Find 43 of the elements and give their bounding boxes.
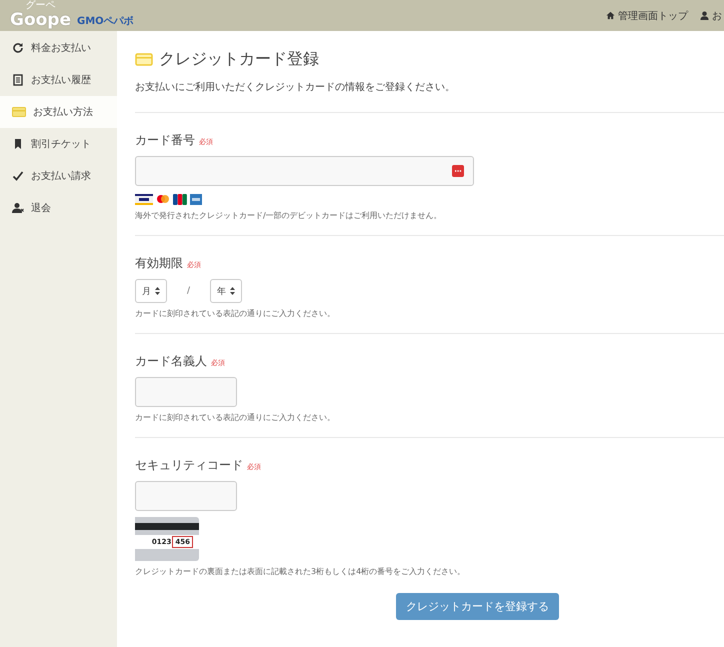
sidebar-item[interactable]: お支払い方法	[0, 96, 117, 128]
sidebar-item[interactable]: お支払い請求	[0, 160, 117, 192]
sidebar-item[interactable]: 料金お支払い	[0, 32, 117, 64]
credit-card-icon	[135, 53, 153, 66]
bookmark-icon	[12, 138, 24, 150]
card-brand-icon	[190, 194, 202, 205]
user-icon	[700, 11, 709, 20]
year-select[interactable]: 年	[210, 279, 242, 303]
field-label: カード番号	[135, 132, 195, 149]
intro-text: お支払いにご利用いただくクレジットカードの情報をご登録ください。	[135, 80, 456, 94]
autofill-icon	[452, 165, 464, 177]
field-hint: カードに刻印されている表記の通りにご入力ください。	[135, 413, 336, 423]
nav-link[interactable]: 管理画面トップ	[606, 8, 688, 22]
card-brand-icon	[135, 194, 153, 205]
field-hint: 海外で発行されたクレジットカード/一部のデビットカードはご利用いただけません。	[135, 211, 443, 221]
field-label: セキュリティコード	[135, 457, 243, 474]
magnetic-stripe	[135, 523, 199, 530]
refresh-icon	[12, 42, 24, 54]
field-label: カード名義人	[135, 353, 207, 370]
cardholder-name-field[interactable]	[135, 377, 237, 407]
remove-user-icon	[12, 202, 24, 214]
company-logo: GMOペパボ	[77, 15, 134, 28]
sort-caret-icon	[230, 287, 236, 295]
sidebar-item[interactable]: 退会	[0, 192, 117, 224]
card-number-field[interactable]	[135, 156, 474, 186]
page-title: クレジットカード登録	[159, 49, 319, 70]
date-separator: /	[186, 286, 192, 296]
check-icon	[12, 170, 24, 182]
nav-link[interactable]: お	[700, 8, 722, 22]
document-icon	[12, 74, 24, 86]
card-brand-icon	[156, 194, 170, 205]
sidebar-item[interactable]: 割引チケット	[0, 128, 117, 160]
credit-card-icon	[12, 107, 26, 117]
logo-reading: グーペ	[26, 1, 56, 11]
card-brand-icon	[173, 194, 187, 205]
home-icon	[606, 11, 615, 20]
field-label: 有効期限	[135, 255, 183, 272]
security-code-field[interactable]	[135, 481, 237, 511]
sort-caret-icon	[155, 287, 160, 295]
field-hint: カードに刻印されている表記の通りにご入力ください。	[135, 309, 336, 319]
field-hint: クレジットカードの裏面または表面に記載された3桁もしくは4桁の番号をご入力ください。	[135, 567, 466, 577]
sidebar-item[interactable]: お支払い履歴	[0, 64, 117, 96]
month-select[interactable]: 月	[135, 279, 167, 303]
